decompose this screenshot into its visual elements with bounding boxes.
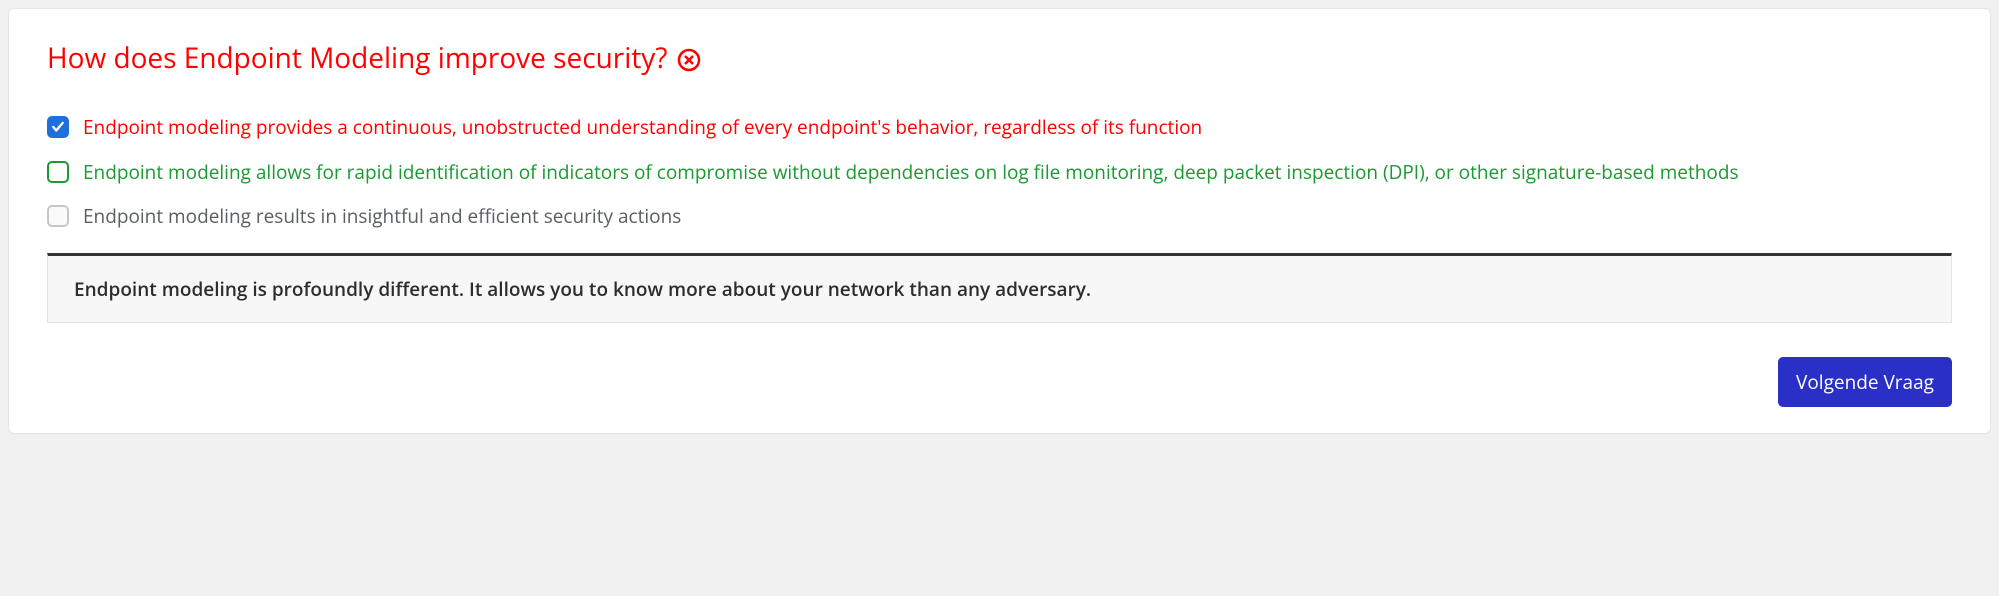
- question-text: How does Endpoint Modeling improve secur…: [47, 39, 667, 77]
- question-row: How does Endpoint Modeling improve secur…: [47, 39, 1952, 77]
- answer-text: Endpoint modeling allows for rapid ident…: [83, 158, 1952, 187]
- answer-option[interactable]: Endpoint modeling results in insightful …: [47, 202, 1952, 231]
- answer-option[interactable]: Endpoint modeling allows for rapid ident…: [47, 158, 1952, 187]
- question-card: How does Endpoint Modeling improve secur…: [8, 8, 1991, 434]
- answer-text: Endpoint modeling provides a continuous,…: [83, 113, 1952, 142]
- explanation-text: Endpoint modeling is profoundly differen…: [74, 276, 1091, 302]
- checkbox-unchecked-icon: [47, 205, 69, 227]
- checkbox-unchecked-icon: [47, 161, 69, 183]
- answer-list: Endpoint modeling provides a continuous,…: [47, 113, 1952, 231]
- footer: Volgende Vraag: [47, 357, 1952, 407]
- answer-text: Endpoint modeling results in insightful …: [83, 202, 1952, 231]
- explanation-box: Endpoint modeling is profoundly differen…: [47, 253, 1952, 323]
- answer-option[interactable]: Endpoint modeling provides a continuous,…: [47, 113, 1952, 142]
- checkbox-checked-icon: [47, 116, 69, 138]
- next-question-button[interactable]: Volgende Vraag: [1778, 357, 1952, 407]
- incorrect-icon: [677, 48, 701, 72]
